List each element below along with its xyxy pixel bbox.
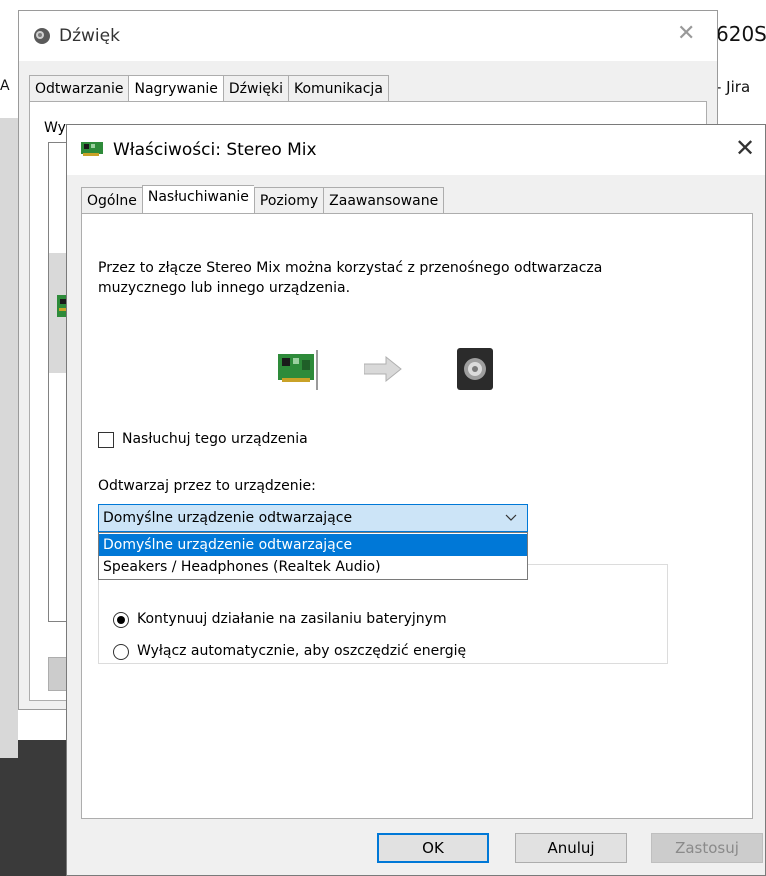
speaker-icon [34, 28, 50, 44]
close-icon[interactable]: ✕ [677, 23, 695, 45]
dropdown-option-speakers[interactable]: Speakers / Headphones (Realtek Audio) [99, 556, 527, 578]
sound-card-icon [81, 142, 103, 156]
background-left-strip [0, 118, 18, 758]
tab-odtwarzanie[interactable]: Odtwarzanie [29, 75, 129, 103]
arrow-right-icon [364, 356, 402, 382]
chevron-down-icon [505, 514, 517, 521]
listen-tab-panel: Przez to złącze Stereo Mix można korzyst… [81, 213, 753, 819]
ok-button[interactable]: OK [377, 833, 489, 863]
close-icon[interactable]: ✕ [735, 136, 755, 160]
sound-titlebar: Dźwięk ✕ [19, 11, 717, 61]
radio-continue-on-battery[interactable] [113, 612, 129, 628]
radio-auto-disable-label[interactable]: Wyłącz automatycznie, aby oszczędzić ene… [137, 643, 466, 659]
speaker-icon [457, 348, 493, 390]
dropdown-option-default[interactable]: Domyślne urządzenie odtwarzające [99, 534, 527, 556]
properties-titlebar: Właściwości: Stereo Mix ✕ [67, 125, 765, 175]
playback-device-value: Domyślne urządzenie odtwarzające [103, 510, 353, 526]
listen-description: Przez to złącze Stereo Mix można korzyst… [98, 260, 603, 296]
background-tab-label: - Jira [716, 78, 751, 96]
properties-dialog: Właściwości: Stereo Mix ✕ Ogólne Nasłuch… [66, 124, 766, 876]
radio-auto-disable[interactable] [113, 644, 129, 660]
radio-continue-label[interactable]: Kontynuuj działanie na zasilaniu bateryj… [137, 611, 447, 627]
listen-checkbox-label[interactable]: Nasłuchuj tego urządzenia [122, 431, 308, 447]
tab-dzwieki[interactable]: Dźwięki [222, 75, 288, 103]
playback-device-label: Odtwarzaj przez to urządzenie: [98, 478, 316, 494]
sound-dialog-title: Dźwięk [59, 26, 120, 46]
tab-nagrywanie[interactable]: Nagrywanie [128, 75, 223, 103]
dialog-buttons: OK Anuluj Zastosuj [67, 833, 765, 869]
background-window-title: 620St [716, 22, 766, 46]
apply-button[interactable]: Zastosuj [651, 833, 763, 863]
properties-tabs: Ogólne Nasłuchiwanie Poziomy Zaawansowan… [81, 185, 445, 215]
properties-dialog-title: Właściwości: Stereo Mix [113, 140, 317, 160]
sound-card-icon [278, 350, 318, 390]
tab-poziomy[interactable]: Poziomy [253, 187, 324, 215]
playback-device-dropdown: Domyślne urządzenie odtwarzające Speaker… [98, 532, 528, 580]
sound-tabs: Odtwarzanie Nagrywanie Dźwięki Komunikac… [29, 75, 389, 103]
sound-description: Wy [44, 120, 66, 136]
tab-ogolne[interactable]: Ogólne [81, 187, 142, 215]
tab-zaawansowane[interactable]: Zaawansowane [323, 187, 445, 215]
tab-komunikacja[interactable]: Komunikacja [287, 75, 389, 103]
background-letter: A [0, 78, 10, 94]
playback-device-select[interactable]: Domyślne urządzenie odtwarzające [98, 504, 528, 532]
tab-nasluchiwanie[interactable]: Nasłuchiwanie [141, 185, 254, 215]
listen-checkbox[interactable] [98, 432, 114, 448]
cancel-button[interactable]: Anuluj [515, 833, 627, 863]
